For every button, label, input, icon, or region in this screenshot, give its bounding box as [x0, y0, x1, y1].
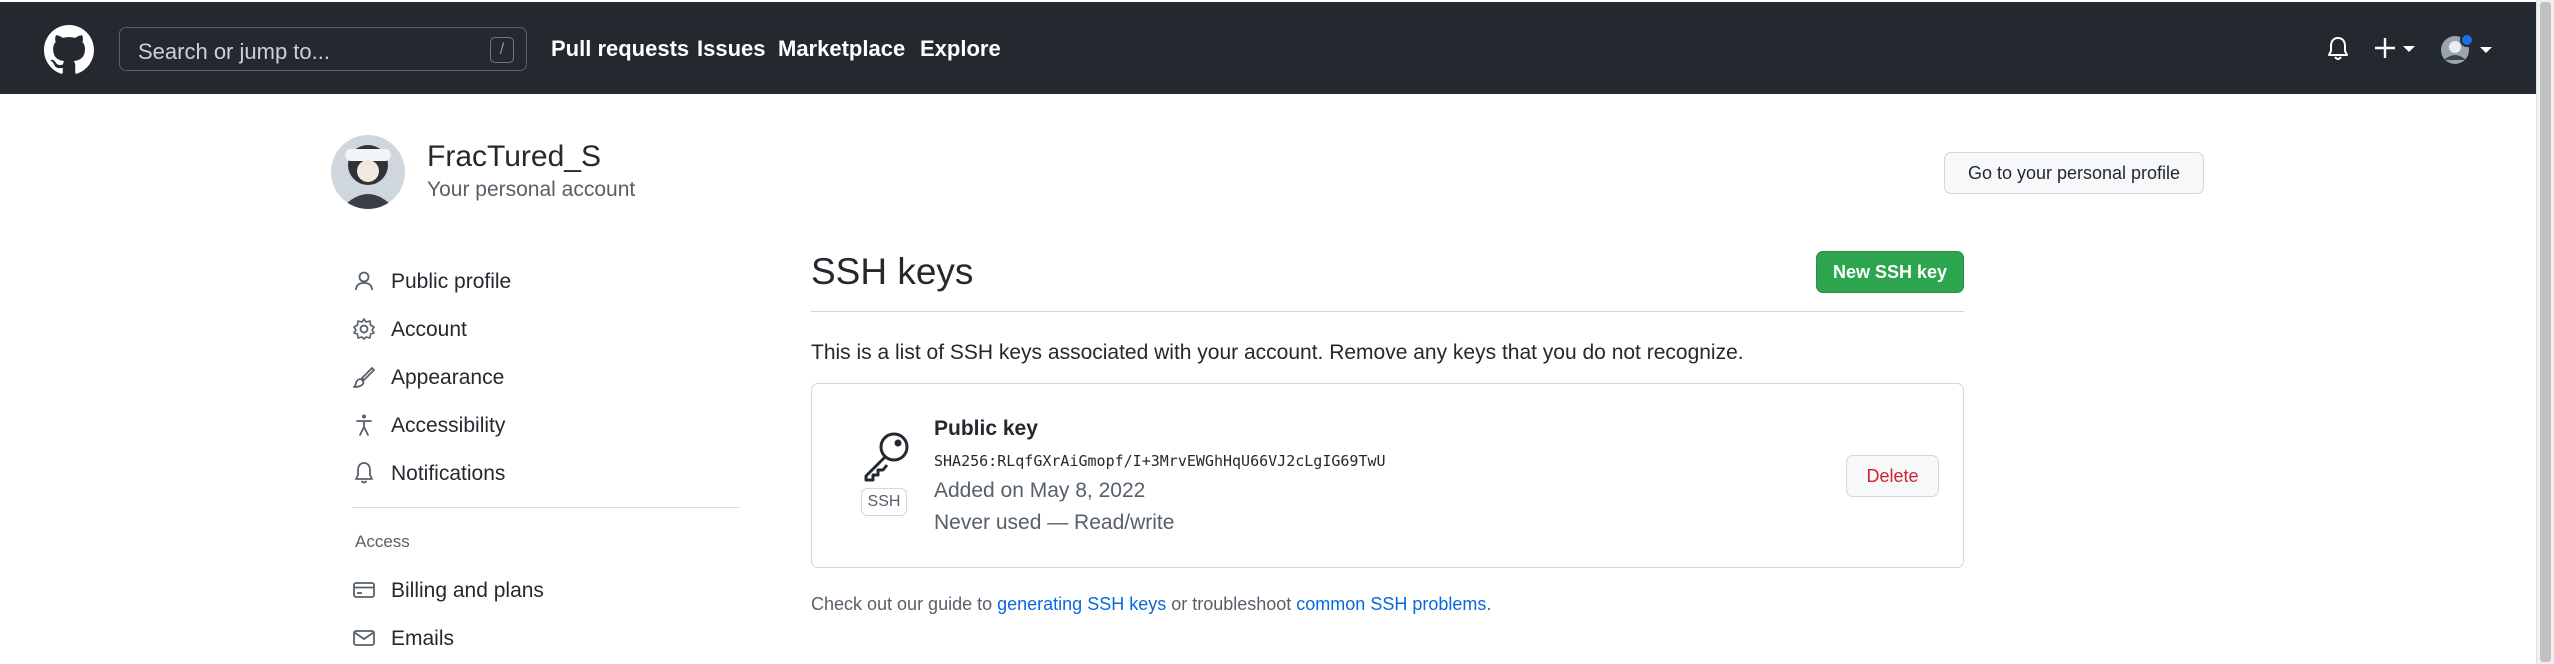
- guide-suffix: .: [1486, 594, 1492, 614]
- sidebar-item-accessibility[interactable]: Accessibility: [352, 406, 742, 446]
- paintbrush-icon: [353, 367, 375, 388]
- mail-icon: [353, 630, 375, 646]
- ssh-key-card: SSH Public key SHA256:RLqfGXrAiGmopf/I+3…: [811, 383, 1964, 568]
- account-subtitle: Your personal account: [427, 178, 636, 201]
- top-header: Search or jump to... / Pull requests Iss…: [0, 0, 2536, 94]
- new-ssh-key-button[interactable]: New SSH key: [1816, 251, 1964, 293]
- scrollbar-thumb[interactable]: [2540, 2, 2551, 662]
- ssh-description: This is a list of SSH keys associated wi…: [811, 341, 1744, 364]
- sidebar-item-label: Accessibility: [391, 414, 506, 437]
- sidebar-item-appearance[interactable]: Appearance: [352, 358, 742, 398]
- sidebar-section-access: Access: [355, 532, 410, 551]
- nav-marketplace[interactable]: Marketplace: [778, 36, 905, 62]
- sidebar-item-emails[interactable]: Emails: [352, 619, 742, 659]
- sidebar-item-label: Appearance: [391, 366, 505, 389]
- ssh-guide-text: Check out our guide to generating SSH ke…: [811, 594, 1491, 615]
- search-placeholder: Search or jump to...: [138, 39, 330, 64]
- title-divider: [811, 311, 1964, 312]
- generating-ssh-keys-link[interactable]: generating SSH keys: [997, 594, 1166, 614]
- sidebar-item-account[interactable]: Account: [352, 310, 742, 350]
- sidebar-item-label: Account: [391, 318, 467, 341]
- person-icon: [355, 271, 373, 291]
- key-usage: Never used — Read/write: [934, 511, 1175, 534]
- sidebar-item-label: Billing and plans: [391, 579, 544, 602]
- bell-icon: [355, 462, 373, 484]
- guide-prefix: Check out our guide to: [811, 594, 998, 614]
- accessibility-icon: [356, 414, 372, 436]
- search-input[interactable]: Search or jump to... /: [119, 27, 527, 71]
- bell-icon[interactable]: [2326, 36, 2350, 62]
- key-fingerprint: SHA256:RLqfGXrAiGmopf/I+3MrvEWGhHqU66VJ2…: [934, 452, 1386, 470]
- sidebar-item-public-profile[interactable]: Public profile: [352, 262, 742, 302]
- nav-issues[interactable]: Issues: [697, 36, 766, 62]
- credit-card-icon: [353, 582, 375, 598]
- ssh-badge: SSH: [861, 488, 907, 516]
- page-title: SSH keys: [811, 251, 974, 292]
- sidebar-item-notifications[interactable]: Notifications: [352, 454, 742, 494]
- account-username[interactable]: FracTured_S: [427, 140, 601, 174]
- nav-pull-requests[interactable]: Pull requests: [551, 36, 689, 62]
- sidebar-divider: [352, 507, 740, 508]
- go-to-profile-button[interactable]: Go to your personal profile: [1944, 152, 2204, 194]
- page-scrollbar[interactable]: [2536, 0, 2554, 664]
- key-title: Public key: [934, 417, 1038, 440]
- sidebar-item-billing[interactable]: Billing and plans: [352, 571, 742, 611]
- sidebar-item-label: Public profile: [391, 270, 512, 293]
- key-added-date: Added on May 8, 2022: [934, 479, 1146, 502]
- key-icon: [864, 432, 909, 482]
- user-avatar: [331, 135, 405, 209]
- plus-icon[interactable]: [2374, 35, 2422, 63]
- slash-shortcut-badge: /: [490, 37, 514, 63]
- avatar-icon[interactable]: [2439, 34, 2497, 66]
- github-logo-icon[interactable]: [44, 25, 94, 75]
- common-ssh-problems-link[interactable]: common SSH problems: [1296, 594, 1486, 614]
- sidebar-item-label: Emails: [391, 627, 455, 650]
- nav-explore[interactable]: Explore: [920, 36, 1001, 62]
- guide-middle: or troubleshoot: [1166, 594, 1297, 614]
- sidebar-item-label: Notifications: [391, 462, 506, 485]
- gear-icon: [353, 318, 375, 340]
- delete-key-button[interactable]: Delete: [1846, 455, 1939, 497]
